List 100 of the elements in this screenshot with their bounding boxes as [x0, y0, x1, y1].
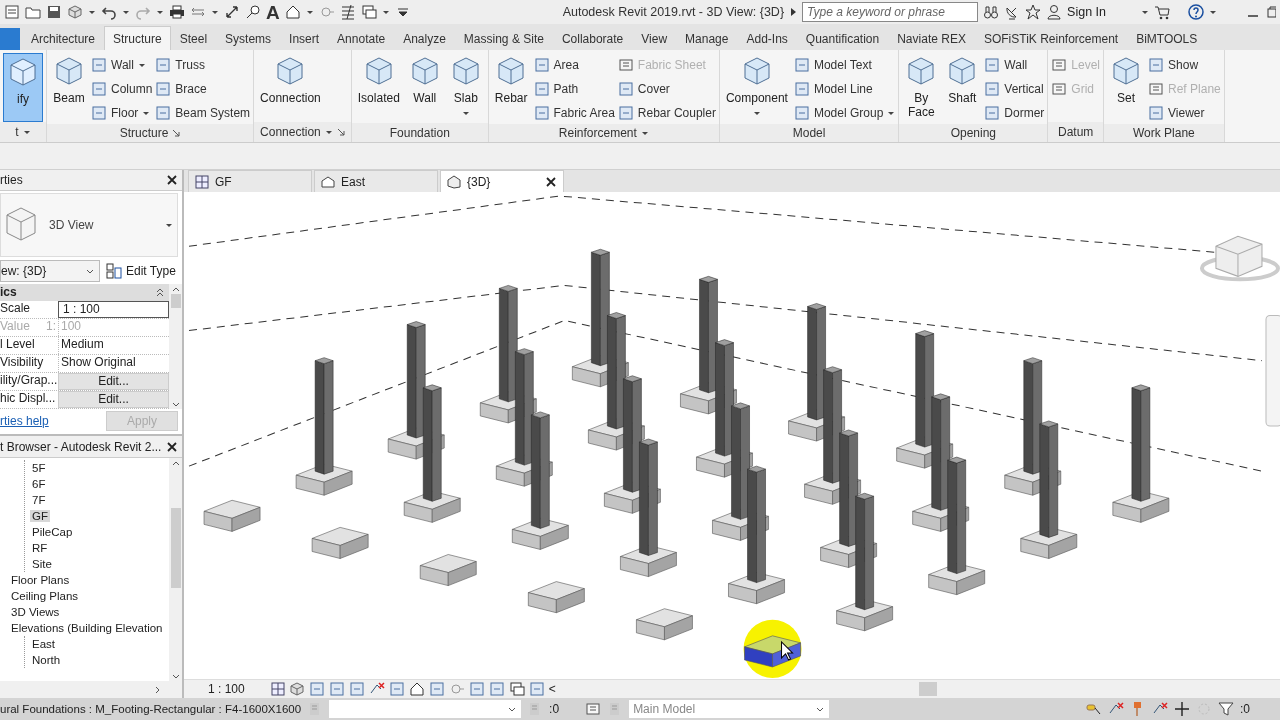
printer-icon[interactable]: [169, 4, 185, 20]
ribbon-tab[interactable]: Architecture: [22, 26, 105, 50]
browser-item[interactable]: Site: [30, 558, 54, 570]
diagonal-arrow-icon[interactable]: [224, 4, 240, 20]
scroll-thumb[interactable]: [919, 682, 937, 696]
ribbon-tool[interactable]: Column: [91, 78, 153, 100]
scroll-thumb[interactable]: [170, 508, 181, 588]
ribbon-tab[interactable]: SOFiSTiK Reinforcement: [974, 26, 1128, 50]
cart-icon[interactable]: [1154, 4, 1170, 20]
document-icon[interactable]: [4, 4, 20, 20]
ribbon-tool[interactable]: Viewer: [1148, 102, 1221, 124]
ribbon-tool[interactable]: Model Line: [793, 78, 896, 100]
ribbon-tab[interactable]: Insert: [280, 26, 329, 50]
filter-icon[interactable]: [1218, 701, 1234, 717]
ribbon-tool[interactable]: Beam System: [155, 102, 251, 124]
ribbon-tab[interactable]: Annotate: [328, 26, 395, 50]
design-option-dropdown[interactable]: Main Model: [629, 700, 830, 718]
collapse-icon[interactable]: [155, 286, 165, 299]
browser-item[interactable]: 5F: [30, 462, 48, 474]
document-tab[interactable]: East: [314, 170, 438, 192]
document-tab[interactable]: GF: [188, 170, 312, 192]
scroll-bar[interactable]: [0, 681, 182, 698]
ribbon-button[interactable]: Wall: [405, 53, 444, 124]
undo-icon[interactable]: [101, 4, 117, 20]
ribbon-button[interactable]: Shaft: [943, 53, 982, 124]
scroll-bar[interactable]: [169, 458, 182, 681]
ribbon-tool[interactable]: Model Text: [793, 54, 896, 76]
browser-item[interactable]: Ceiling Plans: [9, 590, 81, 602]
move-icon[interactable]: [1174, 701, 1190, 717]
ribbon-tab[interactable]: Naviate REX: [888, 26, 975, 50]
launcher-icon[interactable]: [336, 128, 345, 136]
ribbon-tab[interactable]: Massing & Site: [454, 26, 553, 50]
ribbon-tool[interactable]: Floor: [91, 102, 153, 124]
help-link[interactable]: rties help: [0, 414, 49, 429]
ribbon-tab[interactable]: Steel: [170, 26, 217, 50]
document-tab[interactable]: {3D}: [440, 170, 564, 192]
ribbon-tool[interactable]: Dormer: [984, 102, 1045, 124]
browser-item[interactable]: 3D Views: [9, 606, 62, 618]
browser-item[interactable]: North: [30, 654, 63, 666]
restore-icon[interactable]: [1266, 4, 1276, 20]
search-field[interactable]: Type a keyword or phrase: [802, 2, 979, 22]
edit-type-icon[interactable]: [106, 263, 122, 280]
lines-icon[interactable]: [339, 4, 356, 20]
ribbon-tab[interactable]: Collaborate: [552, 26, 633, 50]
ribbon-tab[interactable]: Manage: [676, 26, 738, 50]
view-dropdown[interactable]: ew: {3D}: [0, 260, 100, 283]
scroll-thumb[interactable]: [170, 293, 181, 308]
ribbon-tab[interactable]: Systems: [216, 26, 281, 50]
ribbon-button[interactable]: Set: [1107, 53, 1146, 124]
folder-icon[interactable]: [25, 4, 41, 20]
view-control-icon[interactable]: [508, 681, 525, 697]
text-tool-button[interactable]: A: [266, 2, 280, 22]
browser-item[interactable]: PileCap: [30, 526, 75, 538]
ribbon-tab[interactable]: View: [632, 26, 677, 50]
windows-icon[interactable]: [360, 4, 377, 20]
ribbon-tool[interactable]: Area: [533, 54, 615, 76]
ribbon-button[interactable]: By Face: [902, 53, 941, 124]
browser-item[interactable]: 6F: [30, 478, 48, 490]
list-icon[interactable]: [585, 701, 602, 717]
ribbon-tool[interactable]: Rebar Coupler: [617, 102, 716, 124]
browser-item[interactable]: Floor Plans: [9, 574, 72, 586]
link-icon[interactable]: [1086, 701, 1102, 717]
browser-item[interactable]: East: [30, 638, 57, 650]
launcher-icon[interactable]: [172, 129, 181, 137]
browser-item[interactable]: 7F: [30, 494, 48, 506]
ribbon-button[interactable]: Connection: [257, 53, 324, 122]
edit-type-button[interactable]: Edit Type: [106, 263, 176, 280]
binoculars-icon[interactable]: [983, 4, 1000, 20]
close-icon[interactable]: [166, 440, 178, 453]
ribbon-tool[interactable]: Truss: [155, 54, 251, 76]
ribbon-button[interactable]: Rebar: [491, 53, 531, 124]
scale-button[interactable]: 1 : 100: [208, 682, 245, 696]
ribbon-tool[interactable]: Show: [1148, 54, 1221, 76]
ribbon-tool[interactable]: Brace: [155, 78, 251, 100]
ribbon-button[interactable]: Slab: [446, 53, 485, 124]
ribbon-tool[interactable]: Model Group: [793, 102, 896, 124]
ribbon-tab[interactable]: Quantification: [796, 26, 889, 50]
type-selector[interactable]: 3D View: [0, 193, 178, 257]
help-icon[interactable]: [1188, 4, 1204, 20]
elevation-icon[interactable]: [321, 174, 335, 189]
ribbon-tab[interactable]: Structure: [104, 26, 171, 50]
ribbon-tab[interactable]: Analyze: [394, 26, 455, 50]
collapse-button[interactable]: <: [548, 682, 556, 696]
ribbon-tool[interactable]: Wall: [984, 54, 1045, 76]
ribbon-tab[interactable]: BiMTOOLS: [1127, 26, 1207, 50]
ribbon-button[interactable]: ify: [3, 53, 43, 122]
ribbon-tool[interactable]: Cover: [617, 78, 716, 100]
scroll-bar[interactable]: [169, 283, 182, 409]
ribbon-button[interactable]: Beam: [50, 53, 88, 124]
ribbon-tool[interactable]: Path: [533, 78, 615, 100]
close-icon[interactable]: [166, 174, 178, 187]
browser-item[interactable]: Elevations (Building Elevation: [9, 622, 165, 634]
ribbon-button[interactable]: Isolated: [354, 53, 403, 124]
ribbon-tool[interactable]: Vertical: [984, 78, 1045, 100]
plan-icon[interactable]: [195, 174, 209, 189]
ribbon-tab[interactable]: Add-Ins: [737, 26, 797, 50]
sign-in-link[interactable]: Sign In: [1067, 5, 1106, 19]
ribbon-button[interactable]: Component: [722, 53, 791, 124]
house-icon[interactable]: [284, 4, 301, 20]
browser-item[interactable]: GF: [30, 510, 50, 522]
